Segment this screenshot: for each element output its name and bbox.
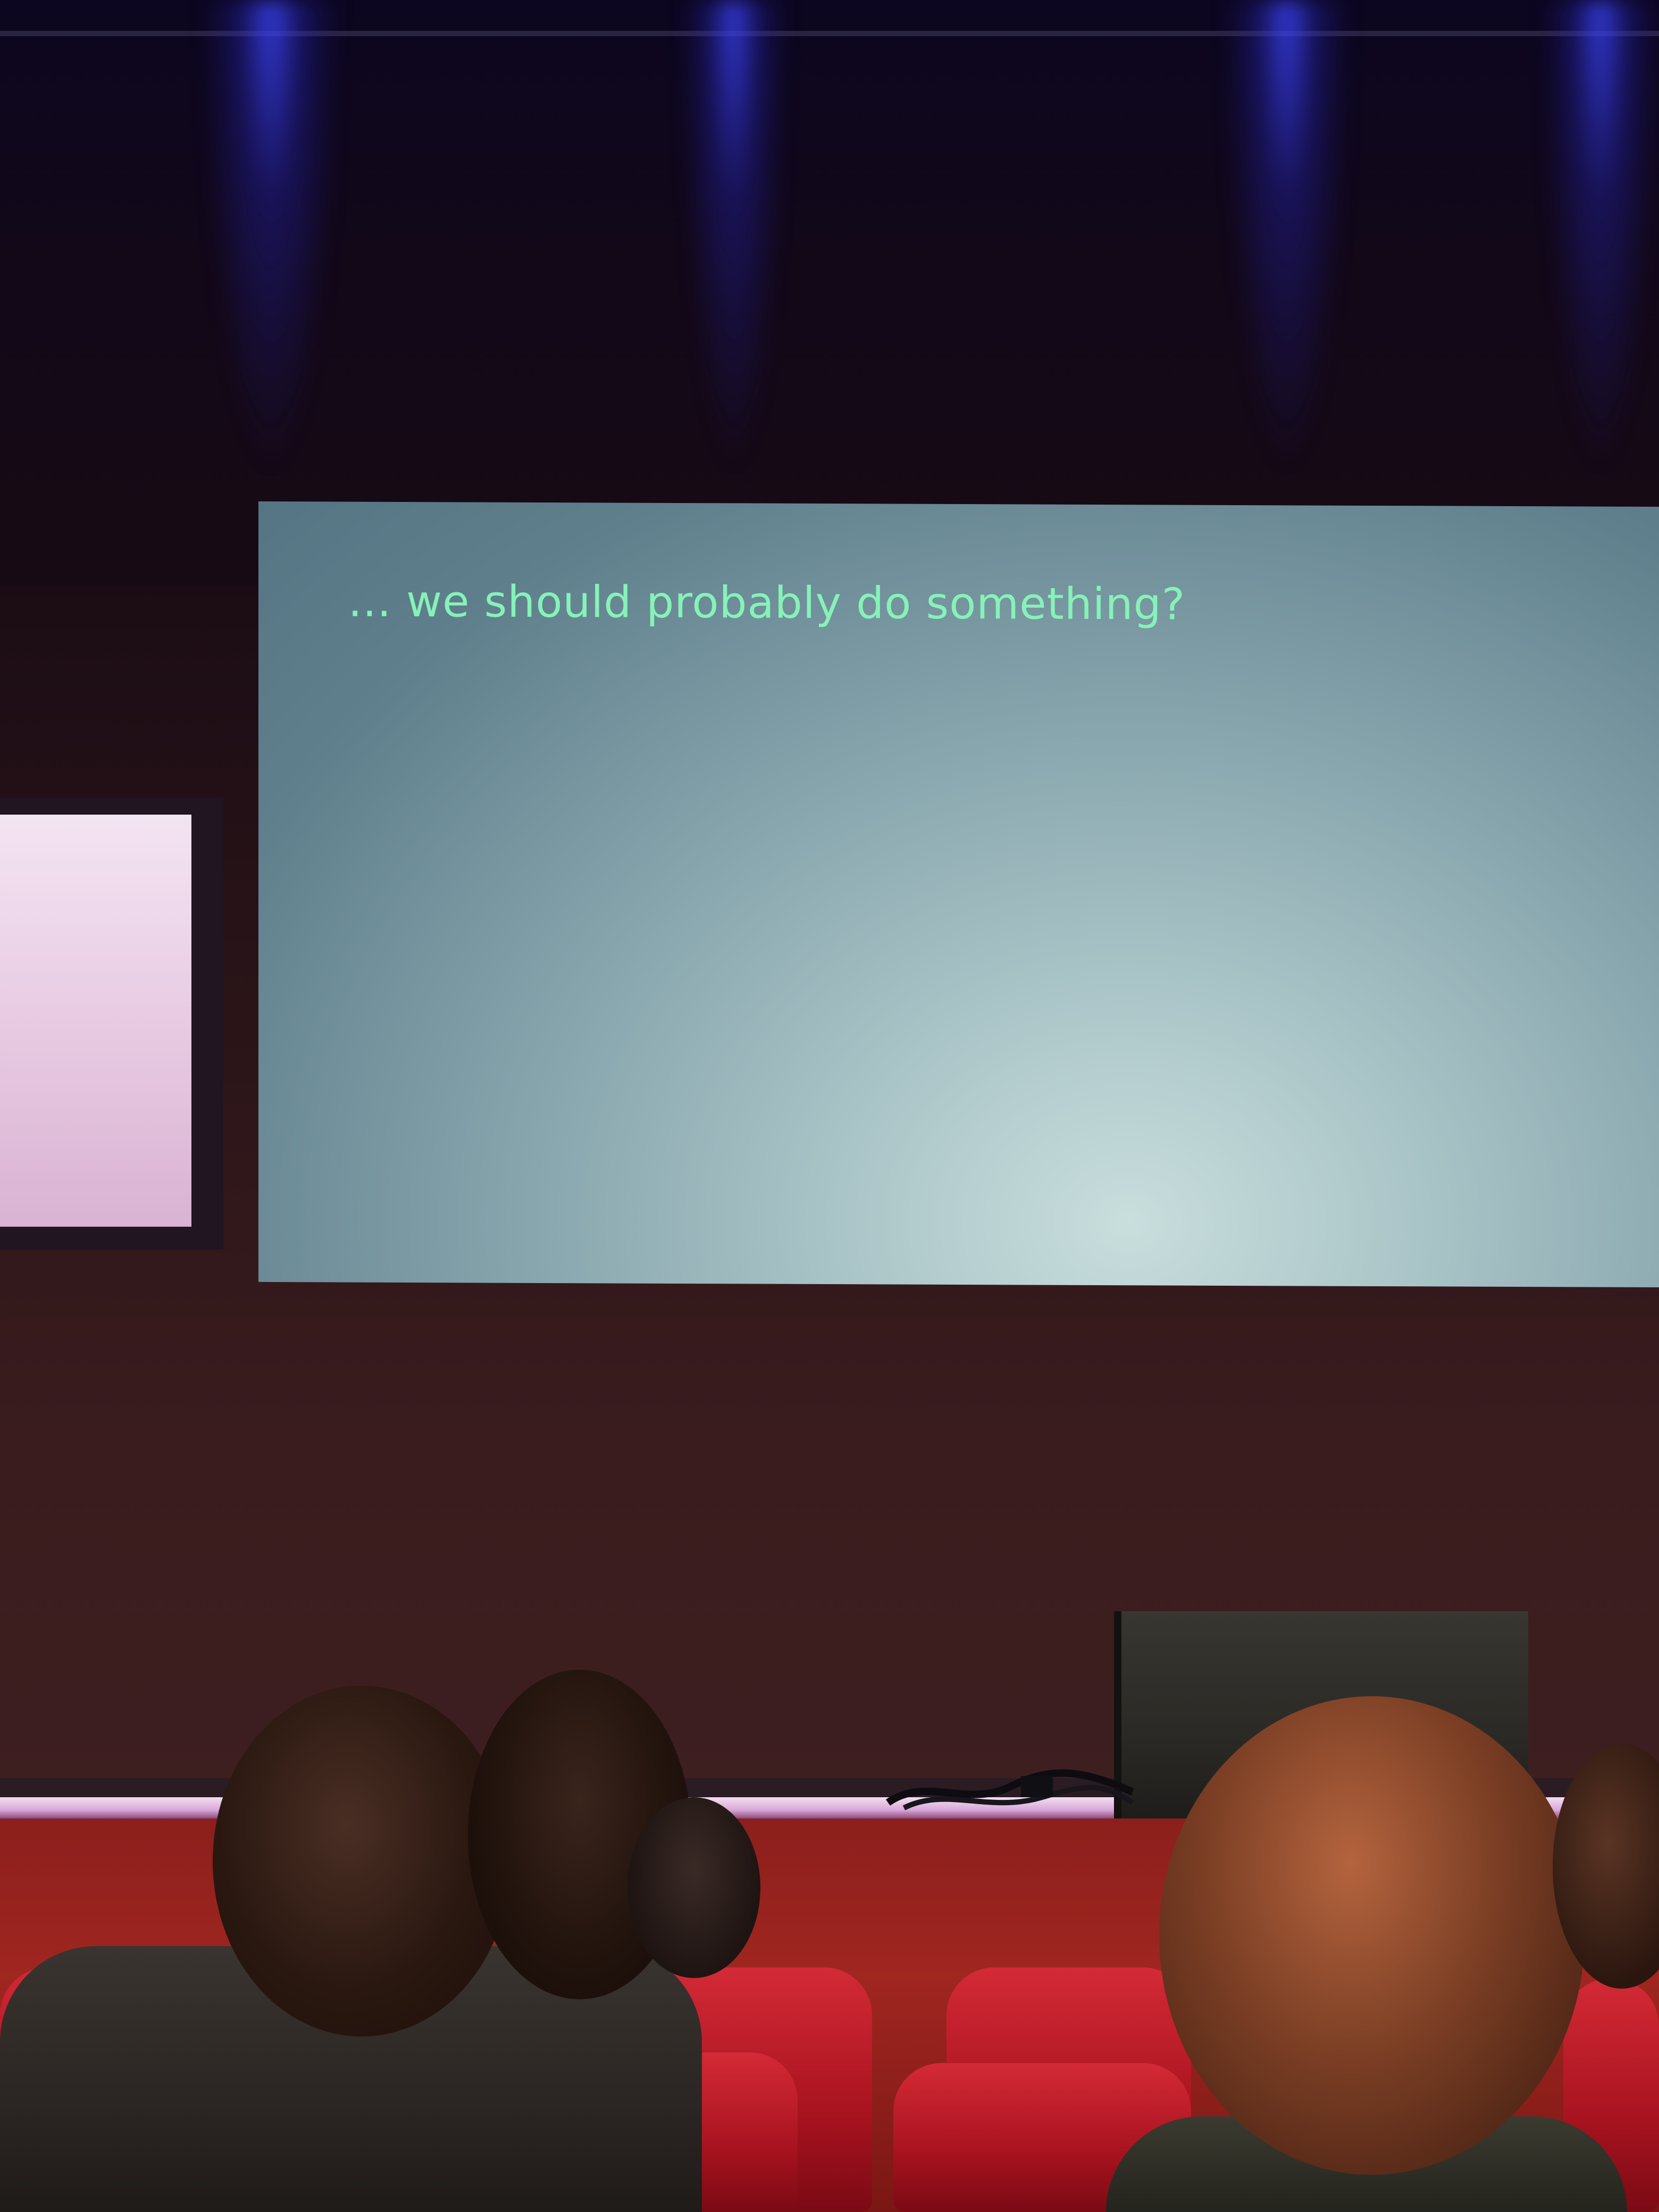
side-screen — [0, 815, 191, 1227]
slide-text: … we should probably do something? — [348, 576, 1186, 630]
audience-member-head — [1159, 1696, 1585, 2175]
auditorium-scene: … we should probably do something? — [0, 0, 1659, 2212]
audience-member-head — [213, 1686, 510, 2037]
projection-screen: … we should probably do something? — [258, 501, 1659, 1288]
stage-light — [681, 0, 787, 479]
stage-light — [202, 0, 340, 479]
audience-member-head — [627, 1797, 760, 1978]
stage-cables — [885, 1769, 1134, 1811]
stage-light — [1542, 0, 1659, 479]
stage-light — [1223, 0, 1351, 479]
